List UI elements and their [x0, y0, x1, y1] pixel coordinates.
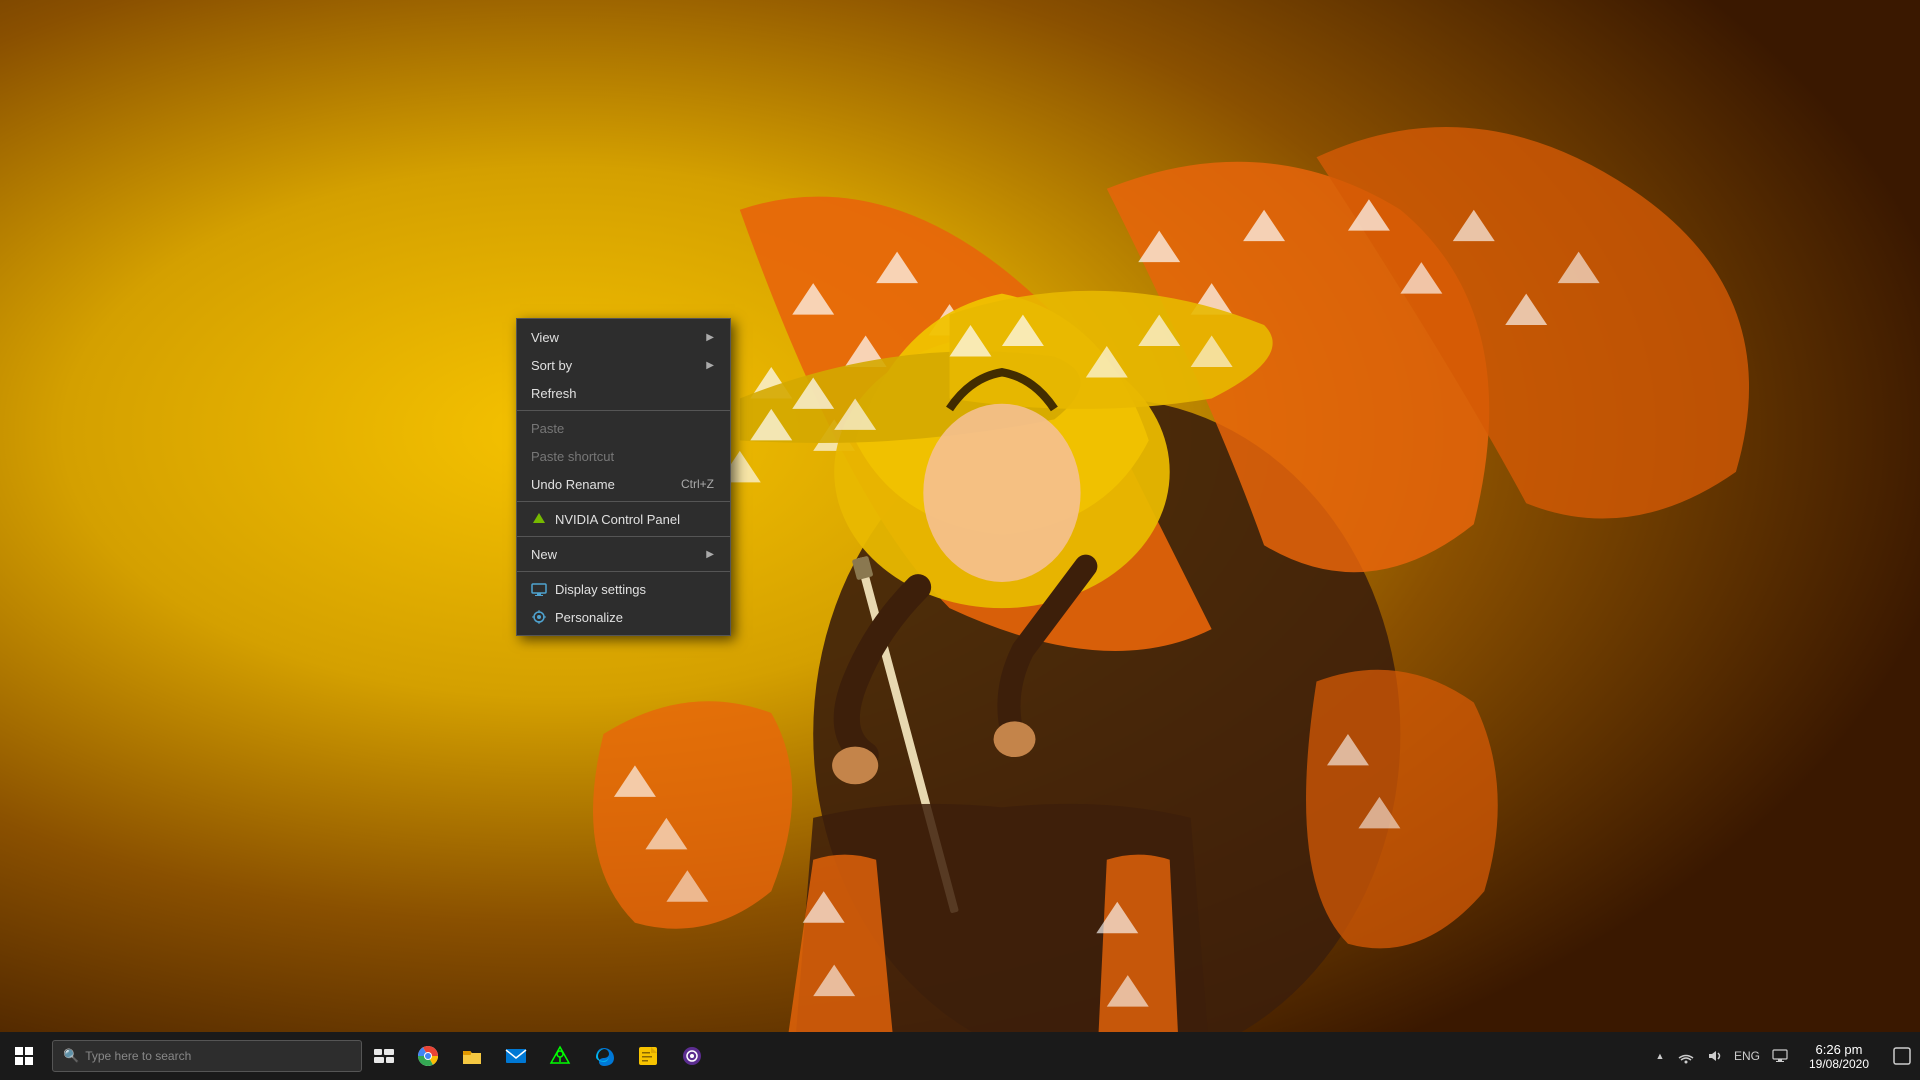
task-view-button[interactable] — [362, 1034, 406, 1078]
context-menu-item-display-settings[interactable]: Display settings — [517, 575, 730, 603]
new-arrow-icon: ▶ — [706, 549, 714, 560]
sticky-notes-taskbar-button[interactable] — [626, 1034, 670, 1078]
file-explorer-taskbar-button[interactable] — [450, 1034, 494, 1078]
chrome-taskbar-button[interactable] — [406, 1034, 450, 1078]
undo-rename-shortcut: Ctrl+Z — [681, 477, 714, 491]
separator-3 — [517, 536, 730, 537]
separator-2 — [517, 501, 730, 502]
clock-button[interactable]: 6:26 pm 19/08/2020 — [1794, 1032, 1884, 1080]
separator-1 — [517, 410, 730, 411]
monitor-tray-button[interactable] — [1766, 1034, 1794, 1078]
app7-icon — [681, 1045, 703, 1067]
windows-logo-icon — [15, 1047, 33, 1065]
display-settings-icon — [531, 581, 547, 597]
chevron-up-icon: ▲ — [1656, 1051, 1665, 1061]
context-menu-item-refresh[interactable]: Refresh — [517, 379, 730, 407]
context-menu-item-sort-by[interactable]: Sort by ▶ — [517, 351, 730, 379]
view-label: View — [531, 330, 559, 345]
clock-date: 19/08/2020 — [1809, 1057, 1869, 1071]
display-settings-label: Display settings — [555, 582, 646, 597]
alienware-taskbar-button[interactable] — [538, 1034, 582, 1078]
context-menu-item-paste-shortcut[interactable]: Paste shortcut — [517, 442, 730, 470]
nvidia-label: NVIDIA Control Panel — [555, 512, 680, 527]
task-view-icon — [373, 1045, 395, 1067]
desktop: View ▶ Sort by ▶ Refresh Paste — [0, 0, 1920, 1080]
monitor-icon — [1772, 1048, 1788, 1064]
context-menu-item-view[interactable]: View ▶ — [517, 323, 730, 351]
search-placeholder: Type here to search — [85, 1049, 191, 1063]
volume-tray-button[interactable] — [1700, 1034, 1728, 1078]
taskbar: 🔍 Type here to search — [0, 1032, 1920, 1080]
context-menu-item-new[interactable]: New ▶ — [517, 540, 730, 568]
view-arrow-icon: ▶ — [706, 332, 714, 343]
notification-icon — [1893, 1047, 1911, 1065]
language-label: ENG — [1734, 1049, 1760, 1063]
context-menu: View ▶ Sort by ▶ Refresh Paste — [516, 318, 731, 636]
show-hidden-icons-button[interactable]: ▲ — [1648, 1034, 1672, 1078]
context-menu-item-undo-rename[interactable]: Undo Rename Ctrl+Z — [517, 470, 730, 498]
network-tray-button[interactable] — [1672, 1034, 1700, 1078]
language-button[interactable]: ENG — [1728, 1032, 1766, 1080]
context-menu-item-personalize[interactable]: Personalize — [517, 603, 730, 631]
clock-time: 6:26 pm — [1816, 1042, 1863, 1057]
paste-label: Paste — [531, 421, 564, 436]
refresh-label: Refresh — [531, 386, 577, 401]
sort-by-label: Sort by — [531, 358, 572, 373]
file-explorer-icon — [461, 1045, 483, 1067]
app7-taskbar-button[interactable] — [670, 1034, 714, 1078]
new-label: New — [531, 547, 557, 562]
mail-icon — [505, 1045, 527, 1067]
system-tray: ▲ ENG — [1648, 1032, 1920, 1080]
start-button[interactable] — [0, 1032, 48, 1080]
separator-4 — [517, 571, 730, 572]
volume-icon — [1706, 1048, 1722, 1064]
personalize-label: Personalize — [555, 610, 623, 625]
edge-taskbar-button[interactable] — [582, 1034, 626, 1078]
personalize-icon — [531, 609, 547, 625]
alienware-icon — [549, 1045, 571, 1067]
search-icon: 🔍 — [63, 1048, 79, 1064]
paste-shortcut-label: Paste shortcut — [531, 449, 614, 464]
edge-icon — [593, 1045, 615, 1067]
mail-taskbar-button[interactable] — [494, 1034, 538, 1078]
network-icon — [1678, 1048, 1694, 1064]
undo-rename-label: Undo Rename — [531, 477, 615, 492]
notification-center-button[interactable] — [1884, 1032, 1920, 1080]
context-menu-item-nvidia[interactable]: NVIDIA Control Panel — [517, 505, 730, 533]
sort-by-arrow-icon: ▶ — [706, 360, 714, 371]
nvidia-icon — [531, 511, 547, 527]
sticky-notes-icon — [637, 1045, 659, 1067]
chrome-icon — [417, 1045, 439, 1067]
search-bar[interactable]: 🔍 Type here to search — [52, 1040, 362, 1072]
context-menu-item-paste[interactable]: Paste — [517, 414, 730, 442]
